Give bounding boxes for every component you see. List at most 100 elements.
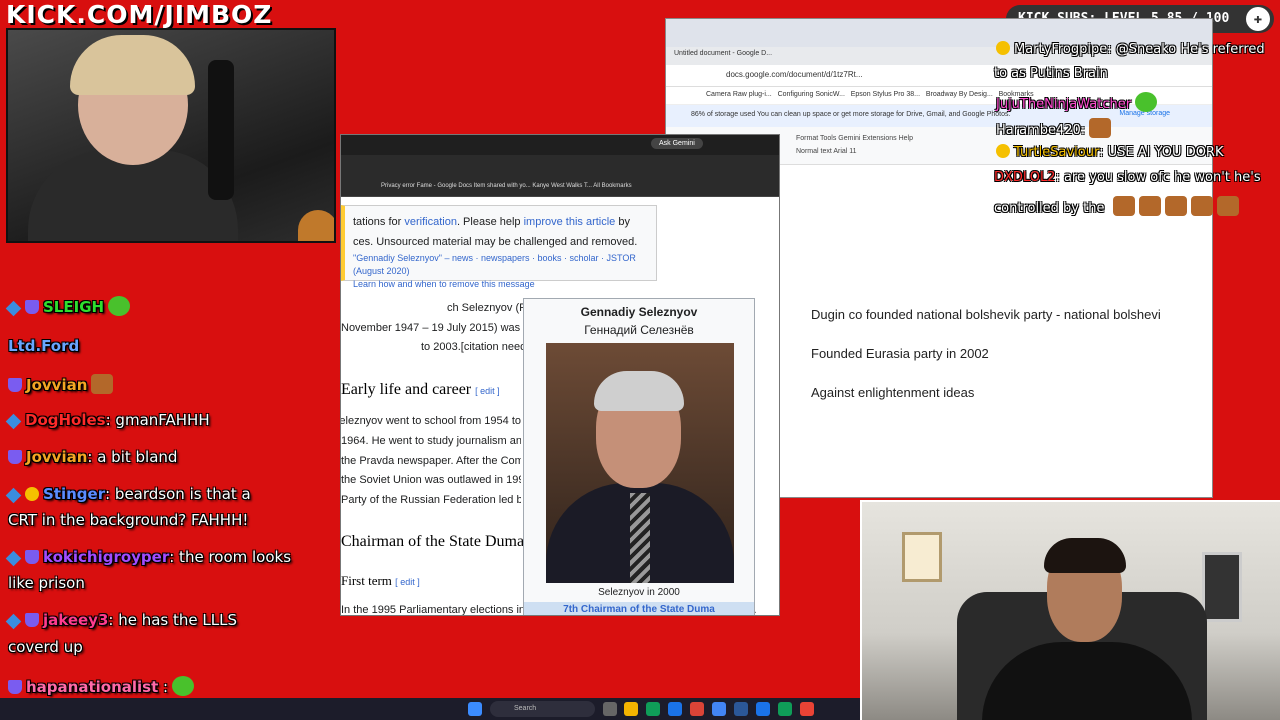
chat-username[interactable]: jakeey3 <box>43 611 108 629</box>
verification-link[interactable]: verification <box>404 216 457 228</box>
citation-notice: tations for verification. Please help im… <box>341 205 657 289</box>
sub-badge-icon <box>8 378 22 392</box>
heading-text: First term <box>341 573 392 588</box>
ask-gemini-button[interactable]: Ask Gemini <box>651 138 703 149</box>
bookmark-item[interactable]: Broadway By Desig... <box>926 91 993 98</box>
chat-username[interactable]: kokichigroyper <box>43 548 169 566</box>
microphone <box>208 60 234 200</box>
emote-icon <box>172 676 195 696</box>
wikipedia-window[interactable]: Ask Gemini Privacy error Fame - Google D… <box>340 134 780 616</box>
chat-text: : <box>1080 123 1086 138</box>
docs-page[interactable]: Dugin co founded national bolshevik part… <box>786 219 1212 497</box>
chat-text: : @Sneako He's referred <box>1107 42 1265 57</box>
chat-message: Harambe420: <box>996 118 1112 138</box>
chat-message: DXDLOL2: are you slow ofc he won't he's <box>994 170 1261 185</box>
chat-username[interactable]: DogHoles <box>25 411 106 429</box>
taskbar-search-label: Search <box>514 705 537 712</box>
taskbar-search[interactable]: Search <box>490 701 595 717</box>
app-icon[interactable] <box>734 702 748 716</box>
infobox-caption: Seleznyov in 2000 <box>598 587 680 598</box>
chrome-icon[interactable] <box>646 702 660 716</box>
emote-icon <box>1135 92 1158 112</box>
anime-figure <box>298 210 334 241</box>
chat-message: TurtleSaviour: USE AI YOU DORK <box>996 144 1224 160</box>
chat-message: Ltd.Ford <box>8 337 79 355</box>
docs-address-bar[interactable]: docs.google.com/document/d/1tz7Rt... <box>666 65 1212 87</box>
edge-icon[interactable] <box>668 702 682 716</box>
sub-badge-icon <box>25 300 39 314</box>
start-icon[interactable] <box>468 702 482 716</box>
verified-badge-icon <box>5 550 22 567</box>
chat-message-continued: CRT in the background? FAHHH! <box>8 511 248 529</box>
guest-hair <box>1044 538 1126 573</box>
task-view-icon[interactable] <box>603 702 617 716</box>
streamer-webcam <box>6 28 336 243</box>
chat-username[interactable]: Harambe420 <box>996 123 1081 138</box>
bookmark-item[interactable]: Camera Raw plug-i... <box>706 91 772 98</box>
webcam-person-hair <box>70 35 195 95</box>
app-icon[interactable] <box>778 702 792 716</box>
chat-username[interactable]: JujuTheNinjaWatcher <box>996 97 1131 112</box>
improve-article-link[interactable]: improve this article <box>524 216 616 228</box>
chat-username[interactable]: Stinger <box>43 485 105 503</box>
infobox: Gennadiy Seleznyov Геннадий Селезнёв Sel… <box>523 298 755 615</box>
docs-url: docs.google.com/document/d/1tz7Rt... <box>726 70 863 79</box>
chat-text: : a bit bland <box>87 448 178 466</box>
chat-username[interactable]: Ltd.Ford <box>8 337 79 355</box>
chat-username[interactable]: hapanationalist <box>26 678 158 696</box>
edit-link[interactable]: edit <box>400 577 415 587</box>
chat-message: MartyFrogpipe: @Sneako He's referred <box>996 41 1265 57</box>
app-icon[interactable] <box>690 702 704 716</box>
storage-notice-text: 86% of storage used You can clean up spa… <box>691 111 1011 118</box>
intro-line: November 1947 – 19 July 2015) was a Russ… <box>341 322 521 334</box>
sub-badge-icon <box>25 550 39 564</box>
bookmark-item[interactable]: Configuring SonicW... <box>778 91 845 98</box>
chat-username[interactable]: Jovvian <box>26 376 87 394</box>
app-icon[interactable] <box>712 702 726 716</box>
chat-message: JujuTheNinjaWatcher <box>996 92 1158 112</box>
chat-text: : he has the LLLS <box>108 611 237 629</box>
chat-username[interactable]: MartyFrogpipe <box>1014 42 1107 57</box>
infobox-name-russian: Геннадий Селезнёв <box>584 323 694 337</box>
bookmark-item[interactable]: Epson Stylus Pro 38... <box>851 91 920 98</box>
chat-message: Jovvian: a bit bland <box>8 448 177 466</box>
early-line: 1964. He went to study journalism and jo… <box>341 435 521 447</box>
app-icon[interactable] <box>756 702 770 716</box>
wall-frame <box>1202 552 1242 622</box>
chat-message: hapanationalist : <box>8 676 195 696</box>
heading-early-life: Early life and career [ edit ] <box>341 381 500 398</box>
chat-username[interactable]: TurtleSaviour <box>1014 145 1099 160</box>
doc-line: Against enlightenment ideas <box>811 385 975 400</box>
infobox-office-link[interactable]: 7th Chairman of the State Duma <box>524 602 754 615</box>
docs-tab-title: Untitled document - Google D... <box>674 50 773 57</box>
doc-line: Founded Eurasia party in 2002 <box>811 346 989 361</box>
wiki-bookmarks-bar[interactable]: Privacy error Fame - Google Docs Item sh… <box>341 179 779 197</box>
find-sources-links[interactable]: "Gennadiy Seleznyov" – news · newspapers… <box>353 252 648 278</box>
early-line: Party of the Russian Federation led by G… <box>341 494 521 506</box>
chat-message-continued: controlled by the <box>994 196 1239 216</box>
app-icon[interactable] <box>800 702 814 716</box>
moderator-badge-icon <box>996 144 1010 158</box>
file-explorer-icon[interactable] <box>624 702 638 716</box>
edit-link[interactable]: edit <box>480 386 495 396</box>
chat-username[interactable]: SLEIGH <box>43 298 104 316</box>
chat-username[interactable]: Jovvian <box>26 448 87 466</box>
verified-badge-icon <box>5 487 22 504</box>
notice-text: by <box>615 216 630 228</box>
early-line: the Pravda newspaper. After the Communis… <box>341 455 521 467</box>
heading-chairman: Chairman of the State Duma [ edit ] <box>341 533 553 551</box>
moderator-badge-icon <box>996 41 1010 55</box>
chat-message: Stinger: beardson is that a <box>5 485 251 504</box>
learn-remove-link[interactable]: Learn how and when to remove this messag… <box>353 278 648 291</box>
sub-badge-icon <box>8 680 22 694</box>
chat-message-continued: coverd up <box>8 638 83 656</box>
chat-username[interactable]: DXDLOL2 <box>994 170 1055 185</box>
chat-text: : are you slow ofc he won't he's <box>1055 170 1261 185</box>
guest-webcam <box>860 500 1280 720</box>
wiki-address-bar[interactable] <box>341 155 779 179</box>
infobox-photo[interactable] <box>546 343 734 583</box>
kick-logo-icon: ✚ <box>1246 7 1270 31</box>
emote-icon <box>1164 196 1187 216</box>
notice-text: tations for <box>353 216 405 228</box>
chat-text: : the room looks <box>169 548 292 566</box>
